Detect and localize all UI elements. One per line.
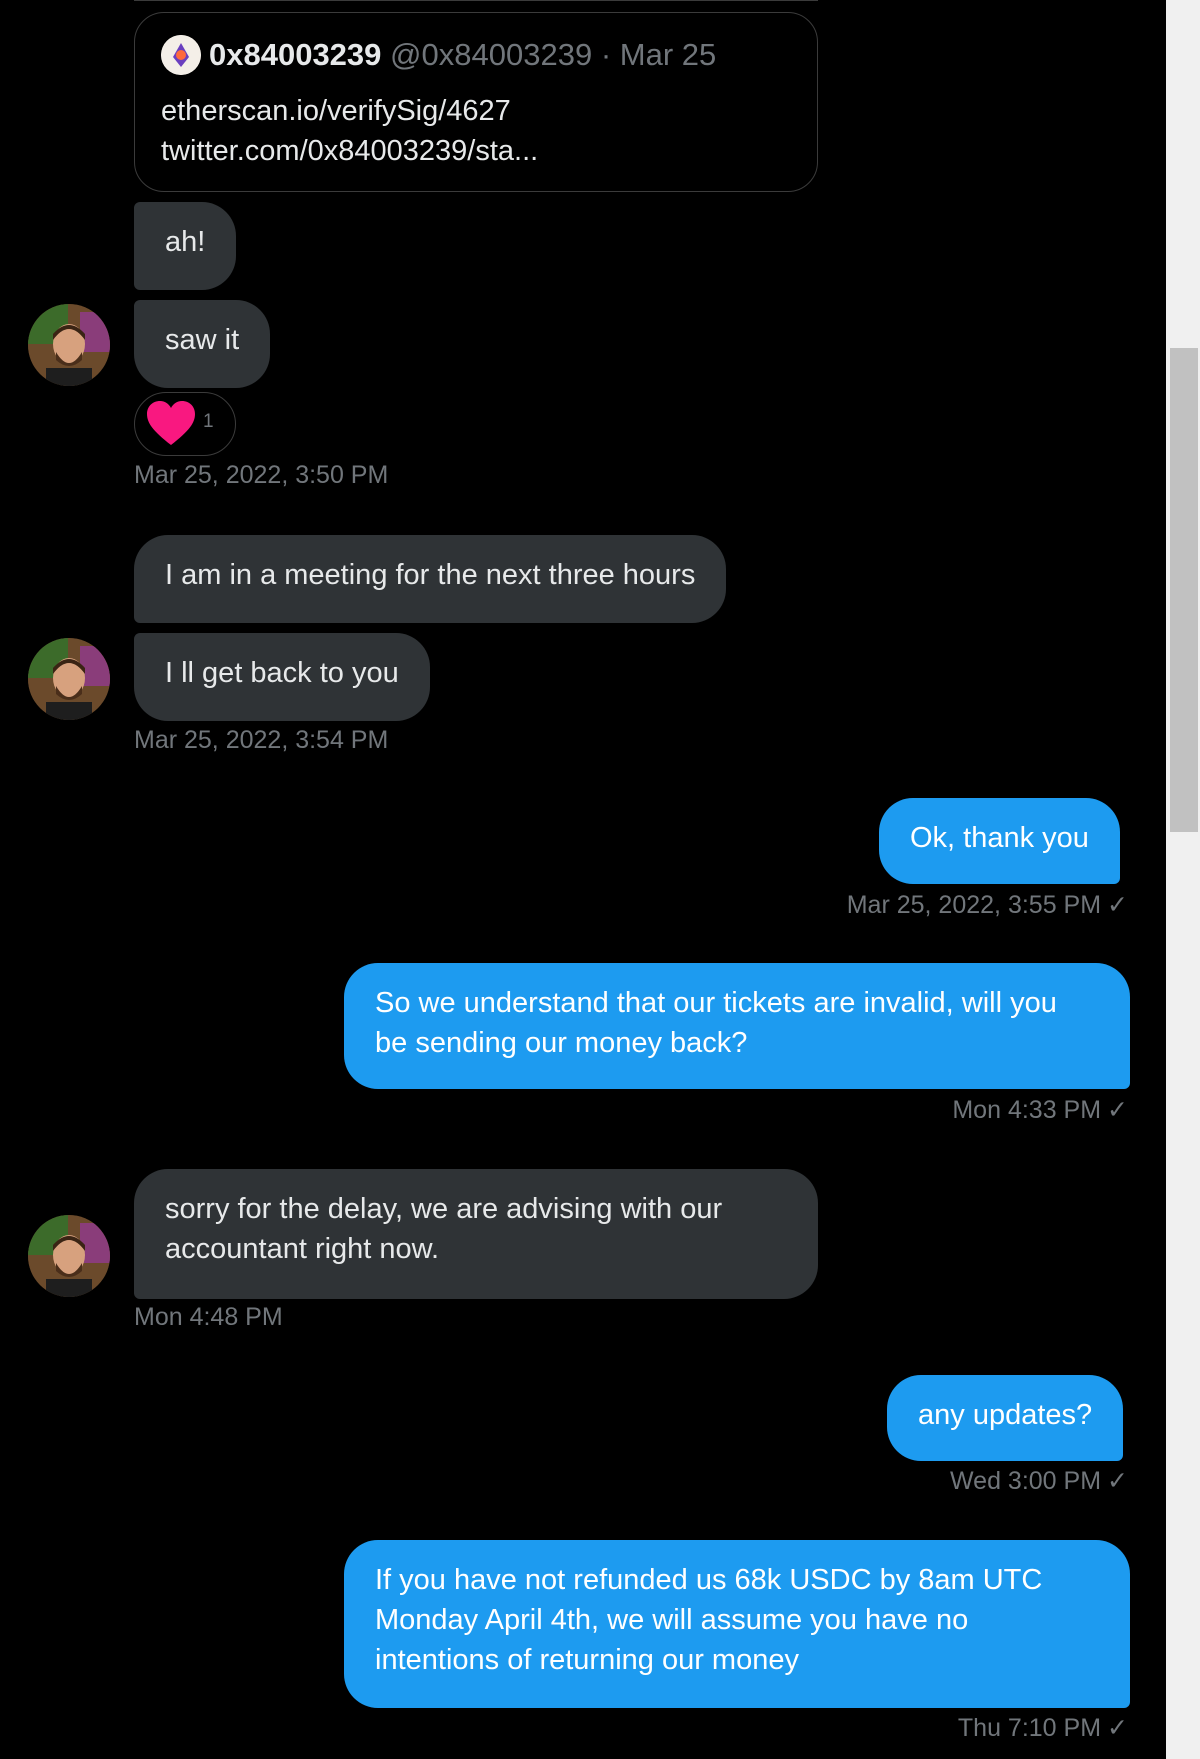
outgoing-message[interactable]: Ok, thank you — [879, 798, 1120, 884]
avatar-image-icon — [28, 638, 110, 720]
timestamp-text: Mar 25, 2022, 3:55 PM — [846, 891, 1102, 919]
avatar-image-icon — [28, 1215, 110, 1297]
divider — [134, 0, 818, 4]
tweet-header: 0x84003239 @0x84003239 · Mar 25 — [209, 37, 716, 73]
shared-tweet-card[interactable]: 0x84003239 @0x84003239 · Mar 25 ethersca… — [134, 12, 818, 192]
checkmark-icon: ✓ — [1107, 1096, 1128, 1124]
message-timestamp: Mar 25, 2022, 3:54 PM — [134, 726, 389, 754]
checkmark-icon: ✓ — [1107, 1714, 1128, 1742]
timestamp-text: Mon 4:33 PM — [952, 1096, 1102, 1124]
timestamp-text: Wed 3:00 PM — [950, 1467, 1102, 1495]
message-line: Monday April 4th, we will assume you hav… — [375, 1604, 969, 1636]
tweet-author-name: 0x84003239 — [209, 37, 382, 72]
timestamp-text: Thu 7:10 PM — [957, 1714, 1102, 1742]
reaction-count: 1 — [203, 411, 214, 432]
message-timestamp: Mar 25, 2022, 3:50 PM — [134, 461, 389, 489]
tweet-separator: · — [600, 37, 612, 72]
checkmark-icon: ✓ — [1107, 1467, 1128, 1495]
scrollbar-thumb[interactable] — [1170, 348, 1198, 832]
user-avatar[interactable] — [28, 1215, 110, 1297]
message-timestamp: Mar 25, 2022, 3:55 PM ✓ — [847, 890, 1128, 920]
user-avatar[interactable] — [28, 638, 110, 720]
outgoing-message[interactable]: So we understand that our tickets are in… — [344, 963, 1130, 1089]
tweet-author-handle: @0x84003239 — [390, 37, 593, 72]
message-line: be sending our money back? — [375, 1027, 748, 1059]
message-line: sorry for the delay, we are advising wit… — [165, 1193, 723, 1225]
outgoing-message[interactable]: any updates? — [887, 1375, 1124, 1461]
tweet-text-line: twitter.com/0x84003239/sta... — [161, 135, 539, 167]
incoming-message[interactable]: sorry for the delay, we are advising wit… — [134, 1169, 818, 1299]
checkmark-icon: ✓ — [1107, 891, 1128, 919]
heart-icon — [147, 401, 195, 445]
reaction-badge[interactable]: 1 — [134, 392, 236, 456]
scrollbar-track[interactable] — [1166, 0, 1200, 1759]
incoming-message[interactable]: ah! — [134, 202, 237, 290]
message-timestamp: Mon 4:33 PM ✓ — [952, 1095, 1128, 1125]
outgoing-message[interactable]: If you have not refunded us 68k USDC by … — [344, 1540, 1130, 1708]
message-line: intentions of returning our money — [375, 1644, 799, 1676]
message-line: So we understand that our tickets are in… — [375, 987, 1057, 1019]
incoming-message[interactable]: I am in a meeting for the next three hou… — [134, 535, 727, 623]
message-line: If you have not refunded us 68k USDC by … — [375, 1564, 1043, 1596]
user-avatar[interactable] — [28, 304, 110, 386]
message-timestamp: Thu 7:10 PM ✓ — [958, 1713, 1128, 1743]
incoming-message[interactable]: saw it — [134, 300, 271, 388]
message-timestamp: Mon 4:48 PM — [134, 1303, 283, 1331]
incoming-message[interactable]: I ll get back to you — [134, 633, 430, 721]
message-line: accountant right now. — [165, 1233, 440, 1265]
conversation-panel: 0x84003239 @0x84003239 · Mar 25 ethersca… — [0, 0, 1166, 1759]
tweet-text-line: etherscan.io/verifySig/4627 — [161, 95, 511, 127]
message-timestamp: Wed 3:00 PM ✓ — [950, 1466, 1128, 1496]
tweet-author-avatar-icon — [161, 35, 201, 75]
tweet-date: Mar 25 — [619, 37, 717, 72]
avatar-image-icon — [28, 304, 110, 386]
